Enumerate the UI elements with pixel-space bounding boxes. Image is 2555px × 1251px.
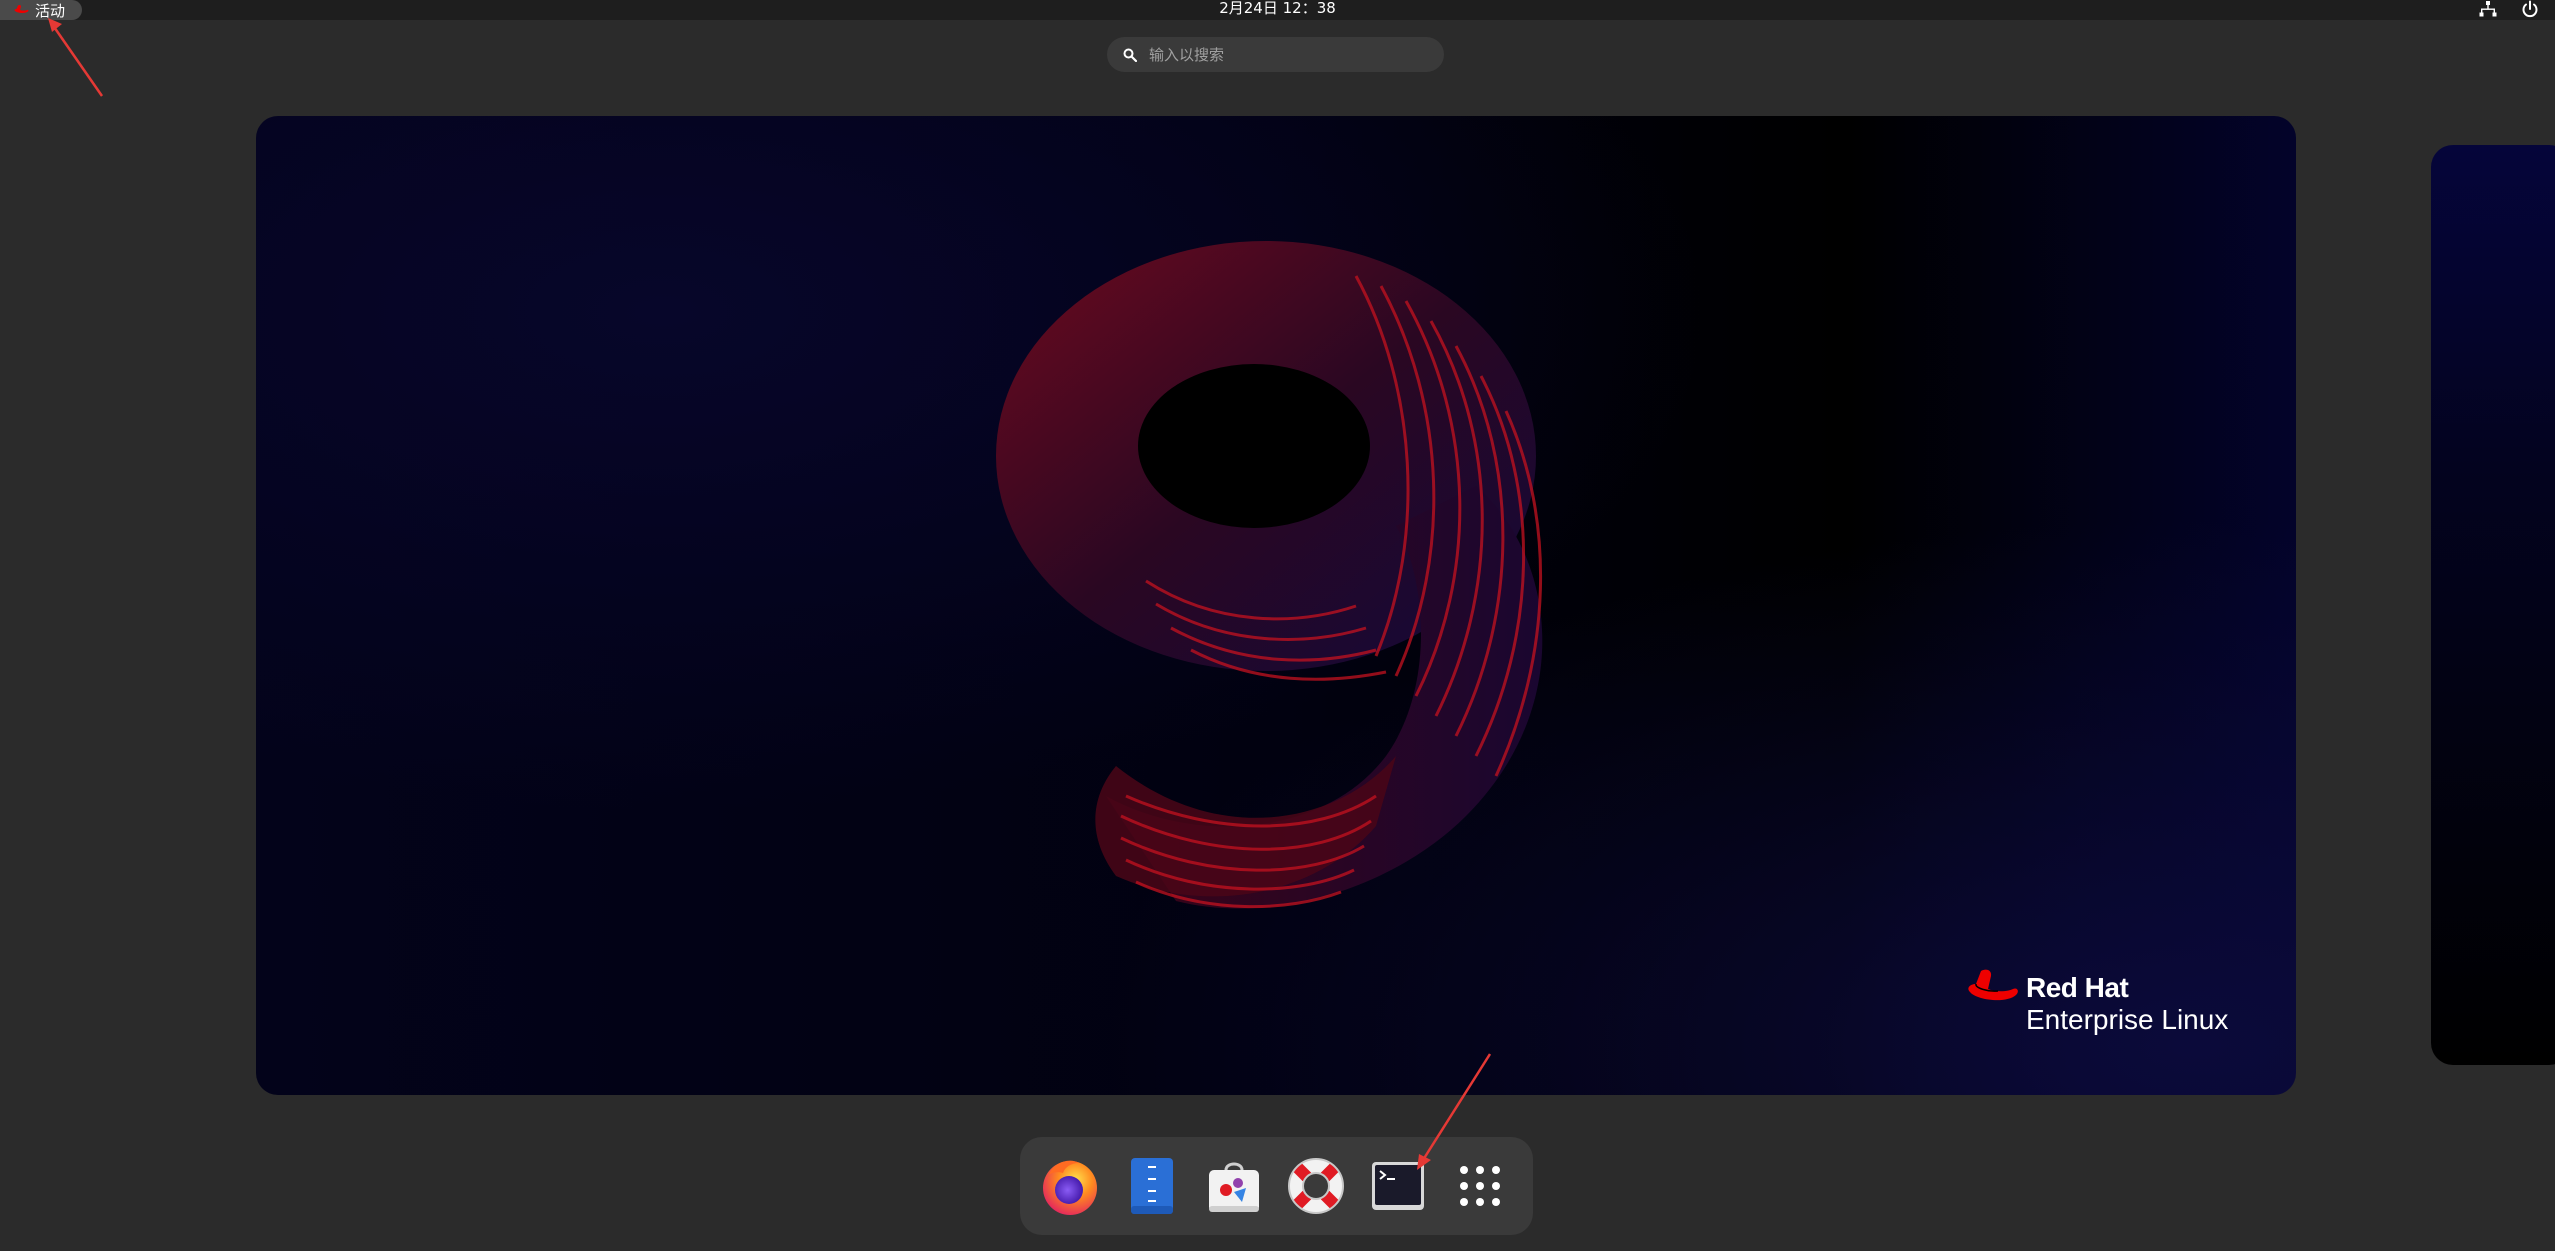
help-lifebuoy-icon <box>1288 1158 1344 1214</box>
show-apps-button[interactable] <box>1446 1152 1514 1220</box>
search-icon <box>1123 48 1137 62</box>
product-name: Enterprise Linux <box>2026 1004 2229 1035</box>
search-box[interactable] <box>1107 37 1444 72</box>
dash-item-software[interactable] <box>1200 1152 1268 1220</box>
search-input[interactable] <box>1149 45 1429 64</box>
app-grid-icon <box>1460 1166 1500 1206</box>
dash-item-text-editor[interactable] <box>1118 1152 1186 1220</box>
activities-label: 活动 <box>35 1 66 20</box>
firefox-icon <box>1043 1160 1097 1215</box>
rhel-9-wallpaper-art <box>996 241 1543 909</box>
workspace-thumbnail-next[interactable] <box>2431 145 2555 1065</box>
activities-button[interactable]: 活动 <box>0 0 82 20</box>
power-icon[interactable] <box>2521 0 2539 18</box>
software-store-icon <box>1209 1162 1259 1212</box>
terminal-icon <box>1372 1162 1424 1210</box>
dash-item-terminal[interactable] <box>1364 1152 1432 1220</box>
brand-name: Red Hat <box>2026 972 2129 1003</box>
top-bar: 活动 2月24日 12：38 <box>0 0 2555 20</box>
annotation-arrow-activities <box>48 18 104 97</box>
text-editor-icon <box>1131 1158 1173 1214</box>
dash <box>1020 1137 1533 1235</box>
redhat-logo-icon <box>1968 969 2018 1001</box>
dash-item-help[interactable] <box>1282 1152 1350 1220</box>
clock[interactable]: 2月24日 12：38 <box>1200 0 1355 20</box>
network-icon[interactable] <box>2479 1 2497 17</box>
dash-item-firefox[interactable] <box>1036 1152 1104 1220</box>
redhat-logo-icon <box>14 4 29 13</box>
workspace-thumbnail-current[interactable]: Red Hat Enterprise Linux <box>256 116 2296 1095</box>
